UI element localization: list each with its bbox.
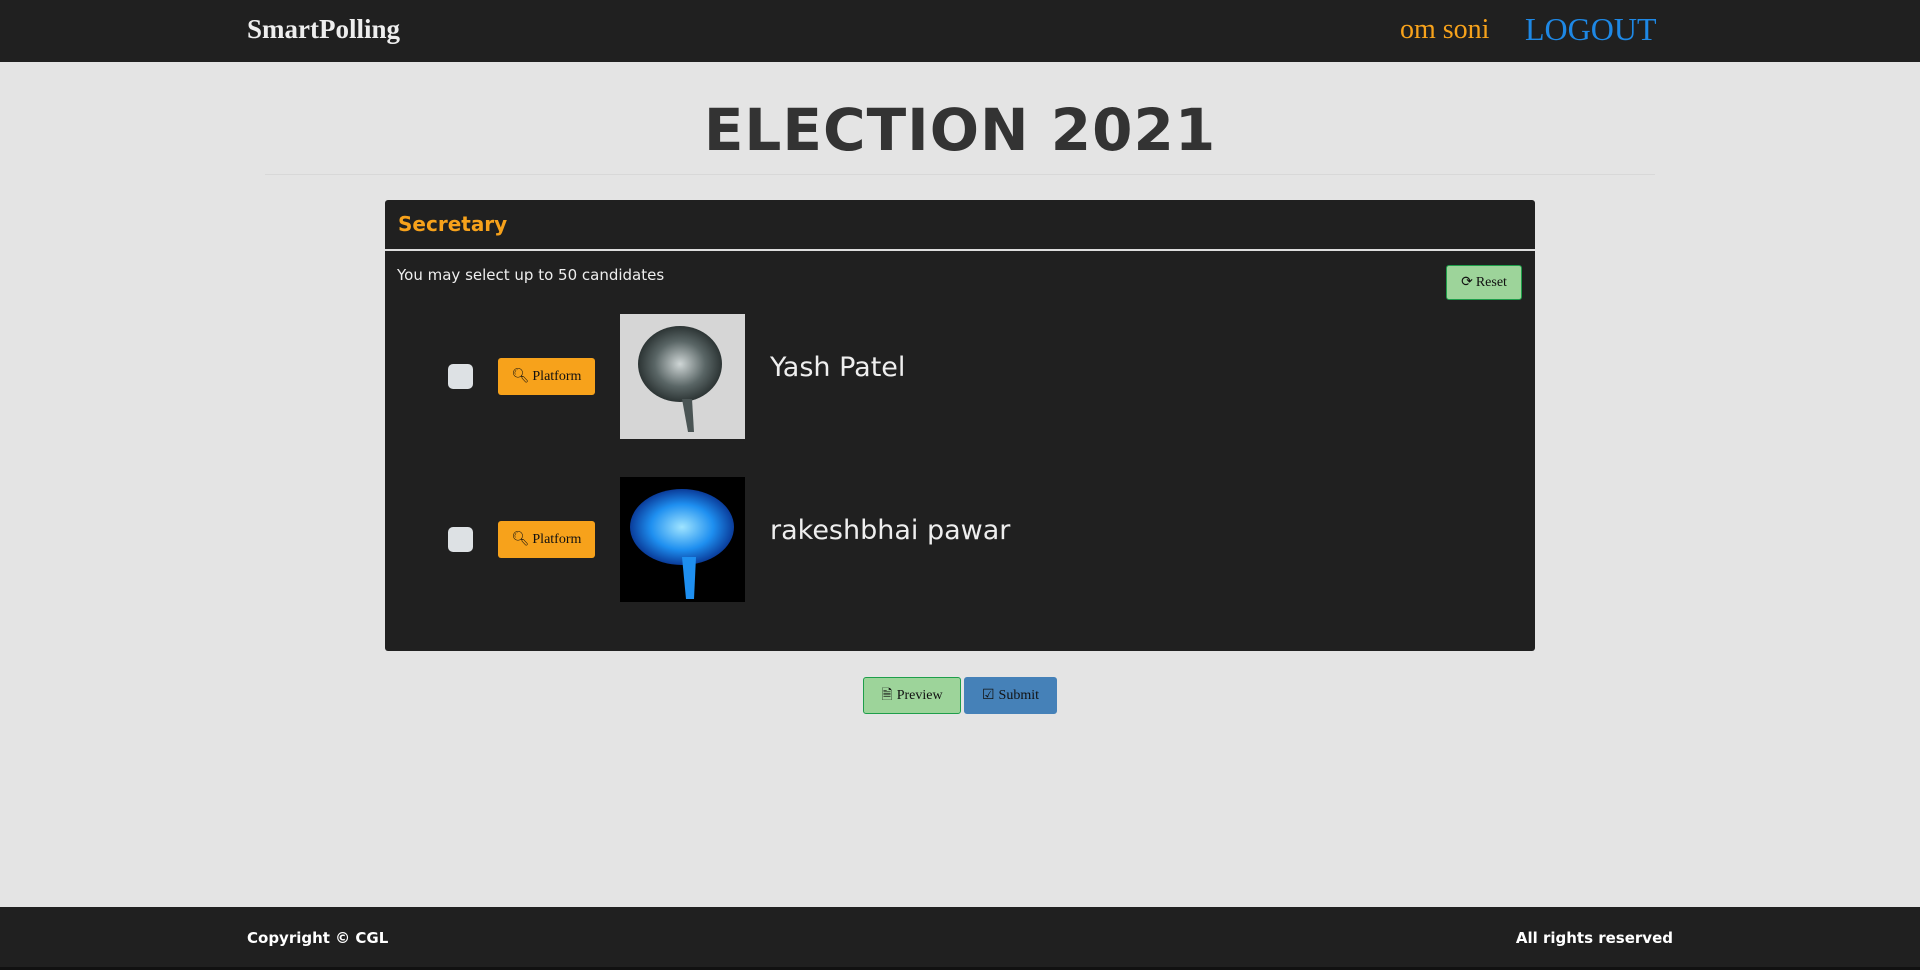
selection-hint: You may select up to 50 candidates bbox=[397, 266, 665, 284]
candidate-checkbox[interactable] bbox=[448, 364, 473, 389]
file-icon: 🗎︎ bbox=[881, 687, 893, 703]
logout-link[interactable]: LOGOUT bbox=[1525, 11, 1657, 48]
candidate-photo bbox=[620, 477, 745, 602]
search-icon: 🔍︎ bbox=[511, 369, 530, 384]
submit-label: Submit bbox=[998, 687, 1040, 703]
search-icon: 🔍︎ bbox=[511, 532, 530, 547]
footer: Copyright © CGL All rights reserved bbox=[0, 907, 1920, 970]
ballot-panel: Secretary You may select up to 50 candid… bbox=[385, 200, 1535, 651]
platform-button[interactable]: 🔍︎ Platform bbox=[498, 358, 595, 395]
candidate-row: 🔍︎ Platform rakeshbhai pawar bbox=[385, 477, 1535, 602]
brand-logo[interactable]: SmartPolling bbox=[247, 14, 400, 45]
reset-label: Reset bbox=[1475, 274, 1507, 290]
check-square-icon: ☑ bbox=[981, 688, 995, 703]
navbar: SmartPolling om soni LOGOUT bbox=[0, 0, 1920, 62]
reset-button[interactable]: ⟳ Reset bbox=[1446, 265, 1522, 300]
rights-text: All rights reserved bbox=[1515, 929, 1673, 947]
refresh-icon: ⟳ bbox=[1461, 275, 1473, 290]
divider bbox=[265, 174, 1655, 175]
ballot-actions: 🗎︎ Preview ☑ Submit bbox=[863, 677, 1057, 714]
candidate-checkbox[interactable] bbox=[448, 527, 473, 552]
candidate-name: rakeshbhai pawar bbox=[770, 515, 1011, 546]
page-title: ELECTION 2021 bbox=[703, 96, 1217, 164]
copyright-text: Copyright © CGL bbox=[247, 929, 389, 947]
preview-label: Preview bbox=[896, 687, 943, 703]
platform-button[interactable]: 🔍︎ Platform bbox=[498, 521, 595, 558]
preview-button[interactable]: 🗎︎ Preview bbox=[863, 677, 961, 714]
platform-label: Platform bbox=[532, 368, 582, 384]
candidate-name: Yash Patel bbox=[770, 352, 906, 383]
position-title: Secretary bbox=[385, 200, 1535, 251]
user-name[interactable]: om soni bbox=[1400, 14, 1489, 46]
platform-label: Platform bbox=[532, 531, 582, 547]
candidate-photo bbox=[620, 314, 745, 439]
candidate-row: 🔍︎ Platform Yash Patel bbox=[385, 314, 1535, 439]
submit-button[interactable]: ☑ Submit bbox=[964, 677, 1057, 714]
